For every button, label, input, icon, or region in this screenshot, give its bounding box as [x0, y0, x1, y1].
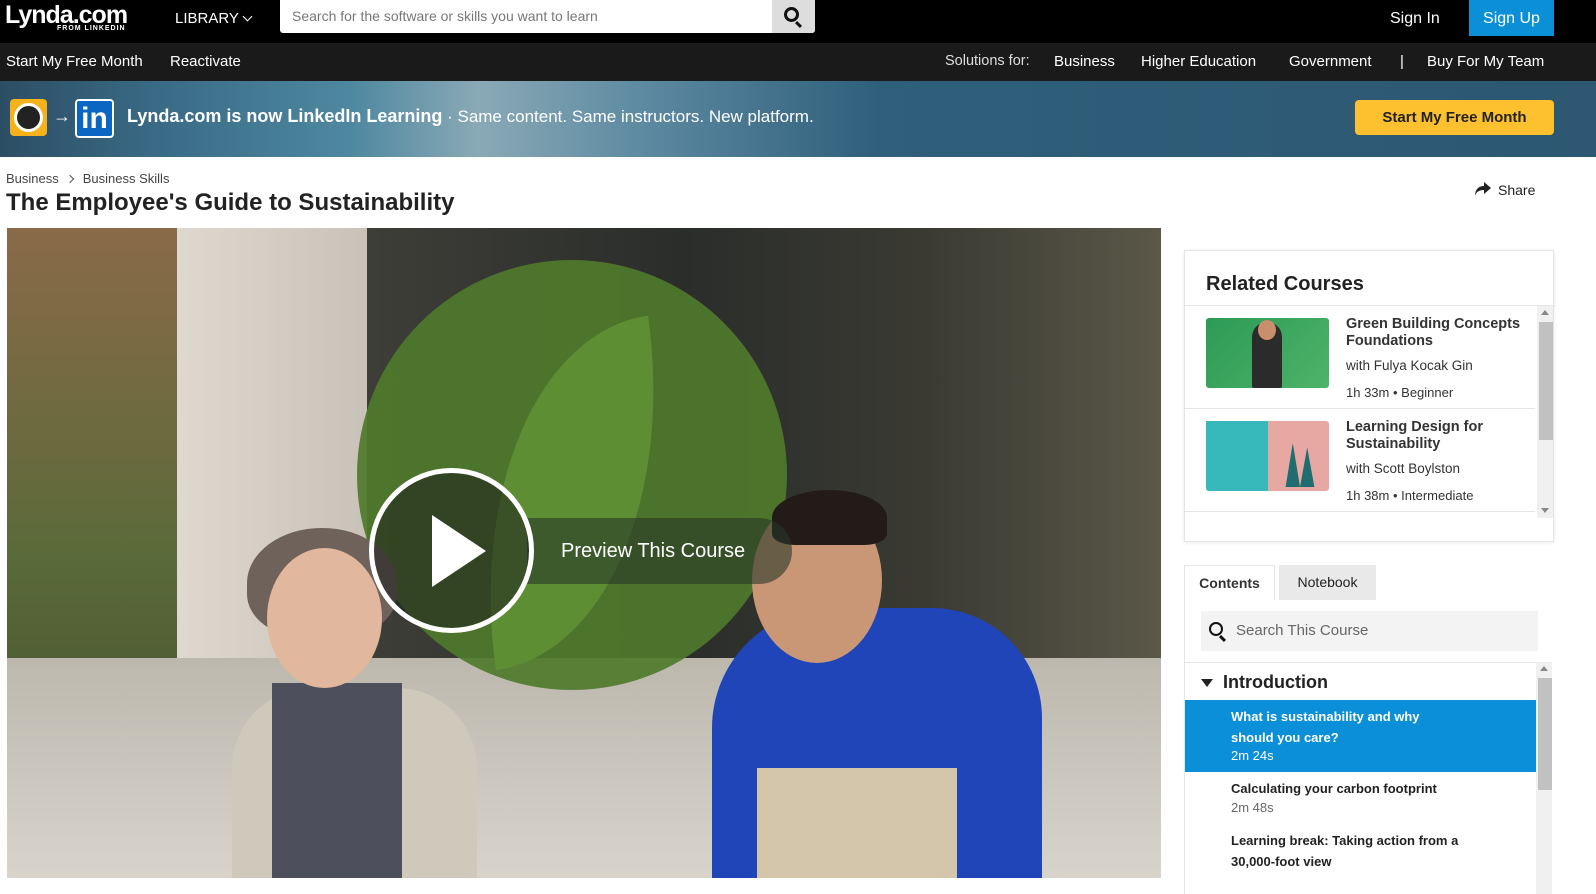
scroll-down-icon[interactable] — [1541, 508, 1549, 513]
nav-divider: | — [1400, 53, 1404, 70]
course-video-player[interactable]: Preview This Course — [7, 228, 1161, 878]
lesson-item[interactable]: Calculating your carbon footprint 2m 48s — [1185, 772, 1536, 824]
lesson-duration: 2m 24s — [1231, 748, 1274, 763]
related-course-item[interactable]: Green Building Concepts Foundations with… — [1185, 306, 1535, 409]
chevron-right-icon — [65, 174, 74, 184]
related-course-author: with Fulya Kocak Gin — [1346, 358, 1473, 373]
related-courses-list: Green Building Concepts Foundations with… — [1185, 305, 1555, 518]
page-title: The Employee's Guide to Sustainability — [6, 189, 455, 216]
solutions-label: Solutions for: — [945, 53, 1030, 69]
secondary-navbar: Start My Free Month Reactivate Solutions… — [0, 43, 1596, 81]
chapter-introduction[interactable]: Introduction — [1185, 662, 1536, 700]
buy-for-team-link[interactable]: Buy For My Team — [1427, 53, 1544, 70]
scroll-up-icon[interactable] — [1541, 310, 1549, 315]
sign-up-button[interactable]: Sign Up — [1469, 0, 1554, 36]
share-button[interactable]: Share — [1474, 181, 1535, 198]
search-icon — [784, 7, 799, 22]
solutions-higher-education-link[interactable]: Higher Education — [1141, 53, 1256, 70]
solutions-business-link[interactable]: Business — [1054, 53, 1115, 70]
lesson-title: Learning break: Taking action from a 30,… — [1231, 833, 1459, 869]
library-menu[interactable]: LIBRARY — [175, 10, 253, 27]
scroll-up-icon[interactable] — [1540, 666, 1548, 671]
global-search-input[interactable] — [292, 8, 762, 24]
course-thumbnail — [1206, 421, 1329, 491]
arrow-right-icon: → — [53, 106, 71, 126]
course-duration: 1h 38m — [1346, 488, 1390, 503]
global-search — [280, 0, 815, 33]
related-course-title: Learning Design for Sustainability — [1346, 419, 1483, 452]
course-duration: 1h 33m — [1346, 385, 1390, 400]
course-search — [1201, 611, 1538, 651]
start-free-month-link[interactable]: Start My Free Month — [6, 53, 143, 70]
search-icon — [1209, 622, 1223, 636]
course-thumbnail — [1206, 318, 1329, 388]
library-label: LIBRARY — [175, 10, 239, 27]
sign-in-link[interactable]: Sign In — [1390, 10, 1440, 28]
course-contents-panel: Introduction What is sustainability and … — [1184, 600, 1554, 894]
breadcrumb: Business Business Skills — [6, 171, 169, 186]
breadcrumb-business-skills[interactable]: Business Skills — [83, 171, 170, 186]
linkedin-learning-banner: → in Lynda.com is now LinkedIn Learning … — [0, 81, 1596, 157]
caret-down-icon — [1201, 679, 1213, 687]
chapter-title: Introduction — [1223, 672, 1328, 692]
contents-scrollbar[interactable] — [1536, 662, 1552, 894]
related-course-author: with Scott Boylston — [1346, 461, 1461, 476]
banner-headline: Lynda.com is now LinkedIn Learning — [127, 106, 443, 126]
top-navbar: Lynda.com FROM LINKEDIN LIBRARY Sign In … — [0, 0, 1596, 43]
scrollbar-thumb[interactable] — [1538, 678, 1552, 790]
chevron-down-icon — [242, 11, 253, 22]
reactivate-link[interactable]: Reactivate — [170, 53, 241, 70]
lesson-item[interactable]: What is sustainability and why should yo… — [1185, 700, 1536, 772]
preview-course-label[interactable]: Preview This Course — [527, 518, 792, 584]
banner-tagline: · Same content. Same instructors. New pl… — [442, 107, 814, 126]
related-course-meta: 1h 33m • Beginner — [1346, 385, 1454, 400]
banner-message: Lynda.com is now LinkedIn Learning · Sam… — [127, 106, 814, 127]
related-courses-heading: Related Courses — [1206, 273, 1364, 295]
course-search-input[interactable] — [1236, 622, 1526, 639]
tab-notebook[interactable]: Notebook — [1279, 565, 1376, 600]
lesson-title: What is sustainability and why should yo… — [1231, 709, 1420, 745]
share-label: Share — [1498, 182, 1536, 198]
logo-subtitle: FROM LINKEDIN — [57, 25, 126, 32]
course-level: Beginner — [1401, 385, 1454, 400]
lesson-duration: 2m 48s — [1231, 800, 1274, 815]
share-icon — [1475, 182, 1491, 196]
related-course-meta: 1h 38m • Intermediate — [1346, 488, 1474, 503]
search-button[interactable] — [772, 0, 815, 33]
linkedin-icon: in — [75, 99, 114, 138]
solutions-government-link[interactable]: Government — [1289, 53, 1372, 70]
play-icon[interactable] — [369, 468, 534, 633]
related-course-item[interactable]: Learning Design for Sustainability with … — [1185, 409, 1535, 512]
tab-contents[interactable]: Contents — [1184, 565, 1275, 600]
banner-start-free-month-button[interactable]: Start My Free Month — [1355, 100, 1554, 135]
course-level: Intermediate — [1401, 488, 1474, 503]
lynda-badge-icon — [10, 99, 47, 136]
scrollbar-thumb[interactable] — [1539, 322, 1553, 440]
related-scrollbar[interactable] — [1537, 306, 1553, 518]
lynda-logo[interactable]: Lynda.com FROM LINKEDIN — [5, 0, 128, 32]
lesson-item[interactable]: Learning break: Taking action from a 30,… — [1185, 824, 1536, 894]
related-course-title: Green Building Concepts Foundations — [1346, 316, 1521, 349]
lesson-title: Calculating your carbon footprint — [1231, 781, 1437, 796]
related-courses-panel: Related Courses Green Building Concepts … — [1184, 250, 1555, 542]
breadcrumb-business[interactable]: Business — [6, 171, 59, 186]
